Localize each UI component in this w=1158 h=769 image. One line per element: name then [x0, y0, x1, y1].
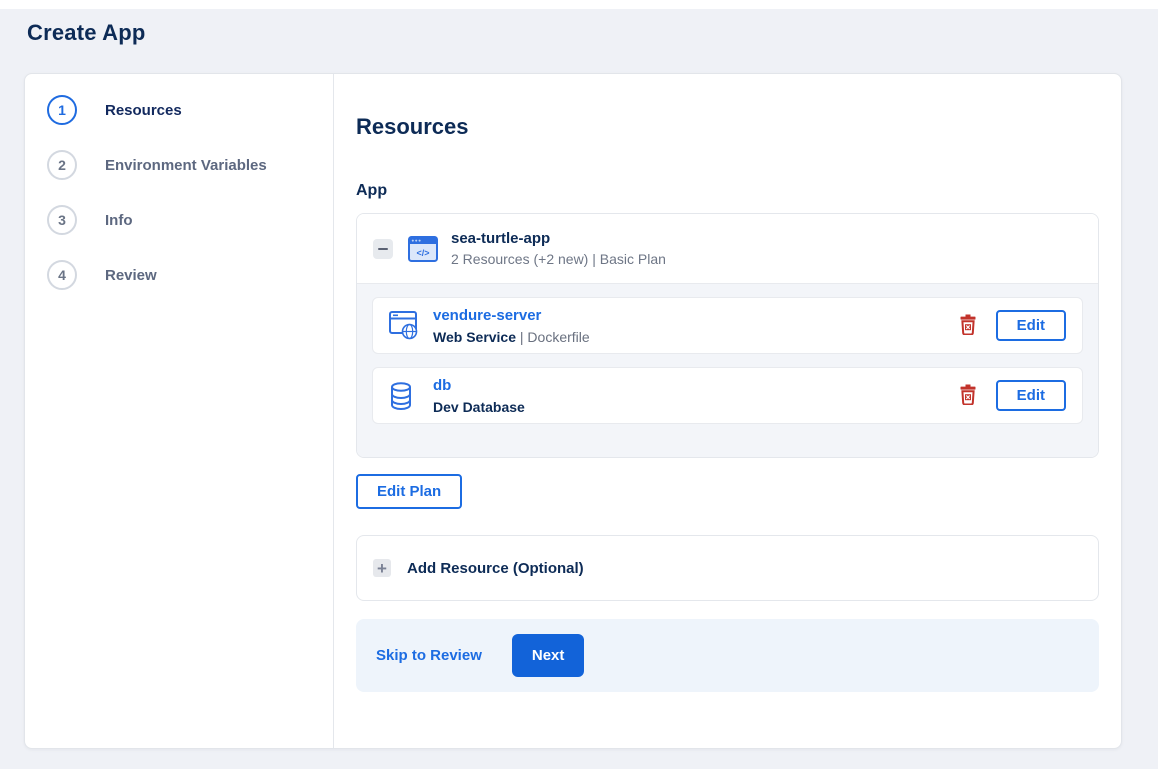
wizard-footer-bar: Skip to Review Next [356, 619, 1099, 692]
trash-icon [959, 384, 977, 408]
app-group-title-block: sea-turtle-app 2 Resources (+2 new) | Ba… [451, 230, 666, 267]
web-service-globe-icon [389, 311, 421, 340]
app-window-code-icon: </> [408, 235, 438, 262]
resource-text-block: db Dev Database [433, 377, 525, 415]
top-white-strip [0, 0, 1158, 9]
trash-icon [959, 314, 977, 338]
step-number-circle: 1 [47, 95, 77, 125]
delete-resource-button[interactable] [955, 380, 981, 412]
step-info[interactable]: 3 Info [47, 205, 333, 235]
resource-row-vendure-server: vendure-server Web Service | Dockerfile [372, 297, 1083, 354]
step-label: Review [105, 266, 157, 284]
app-name: sea-turtle-app [451, 230, 551, 247]
resource-text-block: vendure-server Web Service | Dockerfile [433, 307, 590, 345]
resources-step-content: Resources App </> sea-turtle-app 2 Resou… [334, 74, 1121, 748]
page-title: Create App [27, 20, 146, 45]
step-number-circle: 4 [47, 260, 77, 290]
resource-name-link[interactable]: db [433, 377, 451, 394]
step-environment-variables[interactable]: 2 Environment Variables [47, 150, 333, 180]
delete-resource-button[interactable] [955, 310, 981, 342]
collapse-app-group-button[interactable] [373, 238, 393, 259]
edit-plan-button[interactable]: Edit Plan [356, 474, 463, 509]
app-group-card: </> sea-turtle-app 2 Resources (+2 new) … [356, 213, 1099, 458]
skip-to-review-link[interactable]: Skip to Review [376, 647, 482, 664]
add-resource-card[interactable]: + Add Resource (Optional) [356, 535, 1099, 601]
next-button[interactable]: Next [511, 634, 585, 677]
resource-subtitle: Dev Database [433, 399, 525, 415]
app-group-resources: vendure-server Web Service | Dockerfile [357, 283, 1098, 457]
step-label: Info [105, 211, 133, 229]
resource-subtitle: Web Service | Dockerfile [433, 329, 590, 345]
resource-type: Web Service [433, 328, 517, 345]
step-number-circle: 2 [47, 150, 77, 180]
step-label: Resources [105, 101, 182, 119]
content-heading: Resources [356, 114, 469, 139]
svg-text:</>: </> [416, 248, 429, 258]
create-app-panel: 1 Resources 2 Environment Variables 3 In… [24, 73, 1122, 749]
app-summary: 2 Resources (+2 new) | Basic Plan [451, 251, 666, 267]
app-group-header: </> sea-turtle-app 2 Resources (+2 new) … [357, 214, 1098, 283]
edit-resource-button[interactable]: Edit [995, 310, 1066, 341]
plus-icon: + [373, 559, 391, 577]
step-label: Environment Variables [105, 156, 267, 174]
app-section-label: App [356, 182, 388, 199]
step-resources[interactable]: 1 Resources [47, 95, 333, 125]
resource-type: Dev Database [433, 398, 525, 415]
wizard-stepper: 1 Resources 2 Environment Variables 3 In… [25, 74, 334, 748]
edit-resource-button[interactable]: Edit [995, 380, 1066, 411]
step-number-circle: 3 [47, 205, 77, 235]
add-resource-label: Add Resource (Optional) [407, 559, 584, 577]
step-review[interactable]: 4 Review [47, 260, 333, 290]
resource-type-detail: | Dockerfile [516, 328, 590, 345]
resource-row-db: db Dev Database Edit [372, 367, 1083, 424]
database-icon [389, 381, 421, 411]
minus-icon [378, 247, 388, 250]
resource-name-link[interactable]: vendure-server [433, 307, 541, 324]
